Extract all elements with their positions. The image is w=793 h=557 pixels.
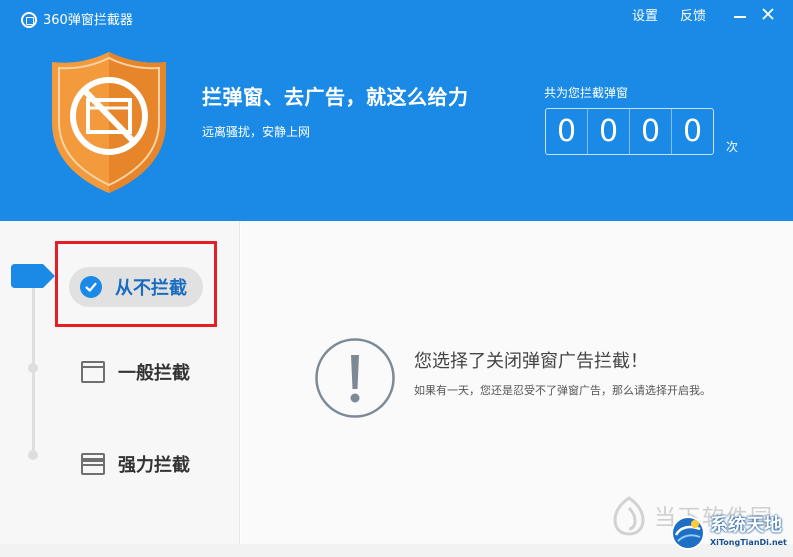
watermark-logo-icon bbox=[613, 496, 645, 536]
mode-option-label: 强力拦截 bbox=[118, 455, 190, 476]
counter-digit: 0 bbox=[682, 114, 703, 149]
app-logo-icon bbox=[21, 12, 37, 28]
mode-option-strong[interactable]: 强力拦截 bbox=[81, 451, 190, 477]
header-banner: 360弹窗拦截器 设置 反馈 拦弹窗、去广告，就这么给力 远离骚扰，安静上网 共… bbox=[0, 0, 793, 221]
close-icon[interactable] bbox=[758, 4, 778, 24]
mode-option-label: 一般拦截 bbox=[118, 363, 190, 384]
window-stack-icon bbox=[81, 453, 105, 475]
settings-link[interactable]: 设置 bbox=[632, 8, 658, 26]
watermark-brand-cn: 系统天地 bbox=[710, 515, 782, 536]
block-counter-label: 共为您拦截弹窗 bbox=[544, 86, 629, 100]
counter-digit: 0 bbox=[588, 109, 630, 154]
sub-slogan-text: 远离骚扰，安静上网 bbox=[202, 125, 311, 139]
counter-unit: 次 bbox=[726, 140, 739, 154]
counter-digit: 0 bbox=[546, 109, 588, 154]
window-icon bbox=[81, 361, 105, 383]
window-title: 360弹窗拦截器 bbox=[43, 13, 133, 28]
watermark-brand-en: XiTongTianDi.net bbox=[710, 538, 787, 547]
counter-digit: 0 bbox=[630, 109, 672, 154]
slogan-text: 拦弹窗、去广告，就这么给力 bbox=[202, 85, 469, 109]
status-message-title: 您选择了关闭弹窗广告拦截！ bbox=[414, 351, 648, 372]
status-message-desc: 如果有一天，您还是忍受不了弹窗广告，那么请选择开启我。 bbox=[414, 384, 711, 397]
exclamation-icon bbox=[315, 338, 395, 418]
mode-option-normal[interactable]: 一般拦截 bbox=[81, 359, 190, 385]
slider-stop-dot[interactable] bbox=[28, 450, 38, 460]
mode-option-label: 从不拦截 bbox=[115, 278, 187, 299]
watermark-brand: 系统天地 XiTongTianDi.net bbox=[670, 515, 787, 551]
slider-stop-dot[interactable] bbox=[28, 363, 38, 373]
mode-option-never[interactable]: 从不拦截 bbox=[69, 267, 203, 307]
mode-selector-panel: 从不拦截 一般拦截 强力拦截 bbox=[0, 221, 240, 544]
mode-slider-handle[interactable] bbox=[11, 264, 55, 288]
check-icon bbox=[80, 276, 102, 298]
brand-globe-icon bbox=[671, 516, 705, 550]
minimize-icon[interactable] bbox=[731, 6, 749, 24]
feedback-link[interactable]: 反馈 bbox=[680, 8, 706, 26]
shield-no-popup-icon bbox=[52, 52, 166, 193]
block-counter: 0 0 0 0 bbox=[545, 108, 714, 155]
title-bar[interactable]: 360弹窗拦截器 设置 反馈 bbox=[0, 0, 793, 36]
